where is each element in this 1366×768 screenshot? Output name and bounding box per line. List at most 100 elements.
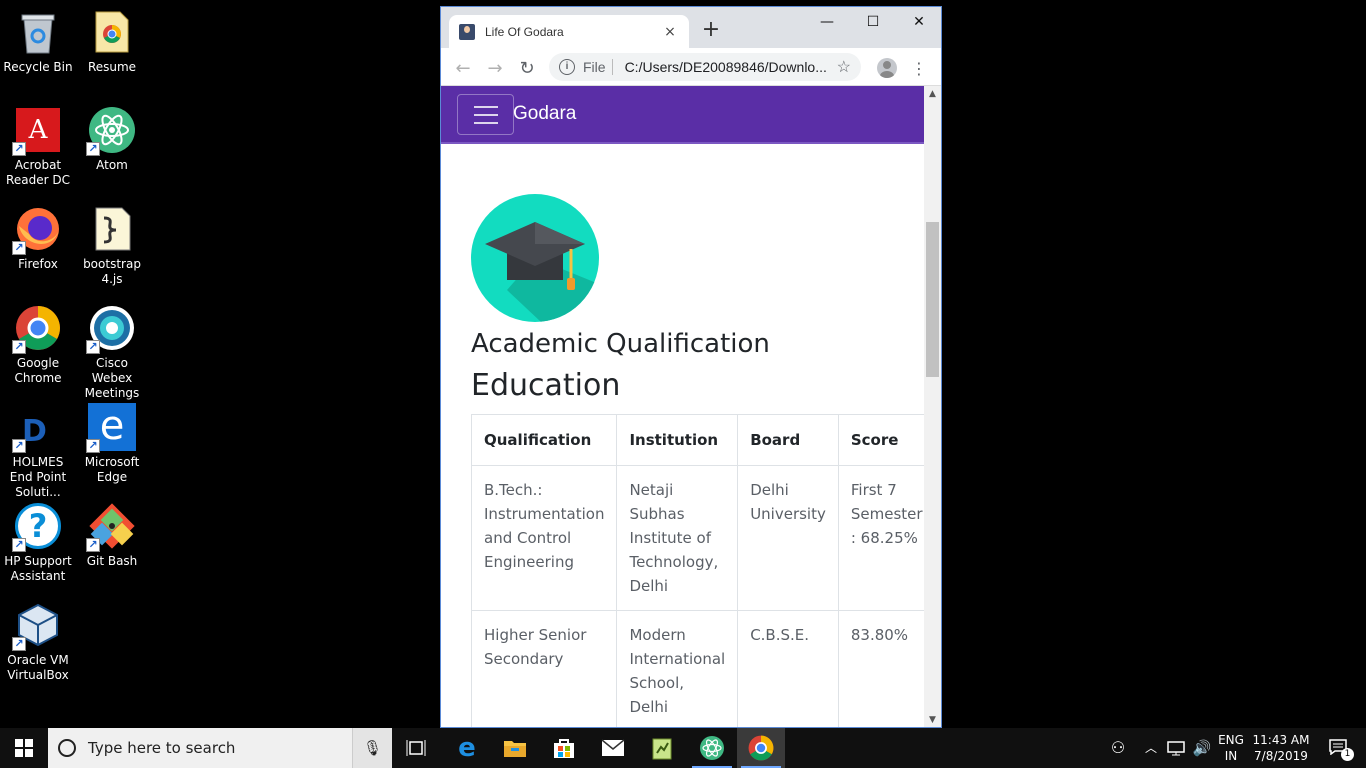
desktop-icon-atom[interactable]: ↗ Atom [74, 106, 150, 173]
info-icon[interactable]: i [559, 59, 575, 75]
browser-tab[interactable]: Life Of Godara × [449, 15, 689, 48]
clock-date: 7/8/2019 [1254, 749, 1308, 763]
taskbar-edge-button[interactable]: e [443, 728, 491, 768]
desktop-icon-webex[interactable]: ↗ Cisco Webex Meetings [74, 304, 150, 401]
language-code: ENG [1218, 733, 1244, 747]
table-cell: B.Tech.: Instrumentation and Control Eng… [470, 465, 618, 611]
microphone-icon[interactable]: 🎙 [352, 728, 392, 768]
desktop-icon-recycle-bin[interactable]: Recycle Bin [0, 8, 76, 75]
atom-icon [700, 736, 724, 760]
browser-titlebar[interactable]: Life Of Godara × + — ☐ ✕ [441, 7, 941, 48]
close-window-button[interactable]: ✕ [896, 7, 941, 37]
notepad-icon [652, 738, 672, 760]
desktop-icon-hp-support[interactable]: ? ↗ HP Support Assistant [0, 502, 76, 584]
table-cell: Netaji Subhas Institute of Technology, D… [616, 465, 739, 611]
region-code: IN [1224, 749, 1238, 763]
minimize-button[interactable]: — [804, 7, 850, 37]
desktop-icon-git-bash[interactable]: ↗ Git Bash [74, 502, 150, 569]
column-header: Score [837, 414, 936, 466]
task-view-button[interactable] [392, 728, 440, 768]
clock-time: 11:43 AM [1252, 733, 1310, 747]
hamburger-icon [474, 122, 498, 124]
desktop-icon-label: Cisco Webex Meetings [84, 356, 140, 400]
shortcut-arrow-icon: ↗ [12, 439, 26, 453]
taskbar-mail-button[interactable] [589, 728, 637, 768]
desktop-icon-virtualbox[interactable]: ↗ Oracle VM VirtualBox [0, 601, 76, 683]
desktop-icon-label: Acrobat Reader DC [6, 158, 70, 187]
new-tab-button[interactable]: + [699, 18, 723, 42]
shortcut-arrow-icon: ↗ [12, 142, 26, 156]
desktop-icon-label: Git Bash [86, 554, 138, 568]
desktop-icon-bootstrap-js[interactable]: bootstrap 4.js [74, 205, 150, 287]
shortcut-arrow-icon: ↗ [86, 439, 100, 453]
graduation-cap-icon [471, 194, 599, 322]
table-cell: Higher Senior Secondary [470, 610, 618, 727]
taskbar-store-button[interactable] [540, 728, 588, 768]
action-center-button[interactable]: 1 [1318, 728, 1358, 768]
navbar-toggler-button[interactable] [457, 94, 514, 135]
shortcut-arrow-icon: ↗ [86, 538, 100, 552]
table-cell: Delhi University [737, 465, 839, 611]
network-icon[interactable] [1164, 728, 1188, 768]
navbar-brand[interactable]: Godara [513, 103, 576, 125]
scroll-up-icon[interactable]: ▲ [924, 86, 941, 103]
desktop-icon-google-chrome[interactable]: ↗ Google Chrome [0, 304, 76, 386]
taskbar-chrome-button[interactable] [737, 728, 785, 768]
desktop-icon-resume[interactable]: Resume [74, 8, 150, 75]
shortcut-arrow-icon: ↗ [86, 142, 100, 156]
close-tab-icon[interactable]: × [661, 24, 679, 40]
volume-icon[interactable]: 🔊 [1190, 728, 1214, 768]
column-header: Qualification [470, 414, 618, 466]
url-text[interactable]: C:/Users/DE20089846/Downlo... [625, 59, 831, 75]
taskbar-notepad-button[interactable] [638, 728, 686, 768]
desktop-icon-acrobat[interactable]: A ↗ Acrobat Reader DC [0, 106, 76, 188]
forward-arrow-icon[interactable]: → [483, 56, 507, 80]
maximize-button[interactable]: ☐ [850, 7, 896, 37]
search-placeholder: Type here to search [88, 739, 236, 757]
back-arrow-icon[interactable]: ← [451, 56, 475, 80]
taskbar-file-explorer-button[interactable] [491, 728, 539, 768]
script-file-icon [88, 205, 136, 253]
store-icon [554, 739, 574, 758]
people-icon[interactable]: ⚇ [1102, 728, 1134, 768]
desktop-icon-label: HOLMES End Point Soluti... [9, 455, 67, 499]
address-bar[interactable]: i File C:/Users/DE20089846/Downlo... ☆ [549, 53, 861, 81]
page-viewport: Godara Academic Qualification Education [441, 86, 941, 727]
chrome-icon: ↗ [12, 304, 62, 354]
shortcut-arrow-icon: ↗ [12, 241, 26, 255]
clock[interactable]: 11:43 AM 7/8/2019 [1248, 728, 1314, 768]
chevron-up-icon[interactable]: ︿ [1140, 728, 1162, 768]
scroll-down-icon[interactable]: ▼ [924, 712, 941, 727]
start-button[interactable] [0, 728, 48, 768]
table-row: Higher Senior Secondary Modern Internati… [470, 610, 936, 727]
taskbar-search-box[interactable]: Type here to search 🎙 [48, 728, 392, 768]
column-header: Board [737, 414, 839, 466]
section-title: Academic Qualification [471, 329, 770, 359]
git-icon: ↗ [86, 502, 136, 552]
desktop-icon-holmes[interactable]: D ↗ HOLMES End Point Soluti... [0, 403, 76, 500]
notification-count: 1 [1341, 748, 1354, 761]
table-header-row: Qualification Institution Board Score [470, 414, 936, 466]
profile-avatar-icon[interactable] [875, 56, 899, 80]
reload-icon[interactable]: ↻ [515, 56, 539, 80]
desktop-icon-label: Firefox [18, 257, 58, 271]
shortcut-arrow-icon: ↗ [12, 637, 26, 651]
edge-icon: e ↗ [86, 403, 136, 453]
taskbar: Type here to search 🎙 e ⚇ ︿ 🔊 ENG IN 11:… [0, 728, 1366, 768]
desktop-icon-firefox[interactable]: ↗ Firefox [0, 205, 76, 272]
desktop-icon-label: Recycle Bin [3, 60, 73, 74]
language-indicator[interactable]: ENG IN [1214, 728, 1248, 768]
edge-icon: e [458, 733, 476, 763]
more-menu-icon[interactable]: ⋮ [907, 56, 931, 80]
desktop-icon-edge[interactable]: e ↗ Microsoft Edge [74, 403, 150, 485]
scrollbar-thumb[interactable] [926, 222, 939, 377]
table-cell: C.B.S.E. [737, 610, 839, 727]
vertical-scrollbar[interactable]: ▲ ▼ [924, 86, 941, 727]
acrobat-icon: A ↗ [12, 106, 62, 156]
bookmark-star-icon[interactable]: ☆ [837, 57, 851, 77]
table-row: B.Tech.: Instrumentation and Control Eng… [470, 465, 936, 611]
holmes-icon: D ↗ [12, 403, 62, 453]
desktop-icon-label: Google Chrome [14, 356, 62, 385]
desktop-icon-label: Microsoft Edge [84, 455, 140, 484]
taskbar-atom-button[interactable] [688, 728, 736, 768]
